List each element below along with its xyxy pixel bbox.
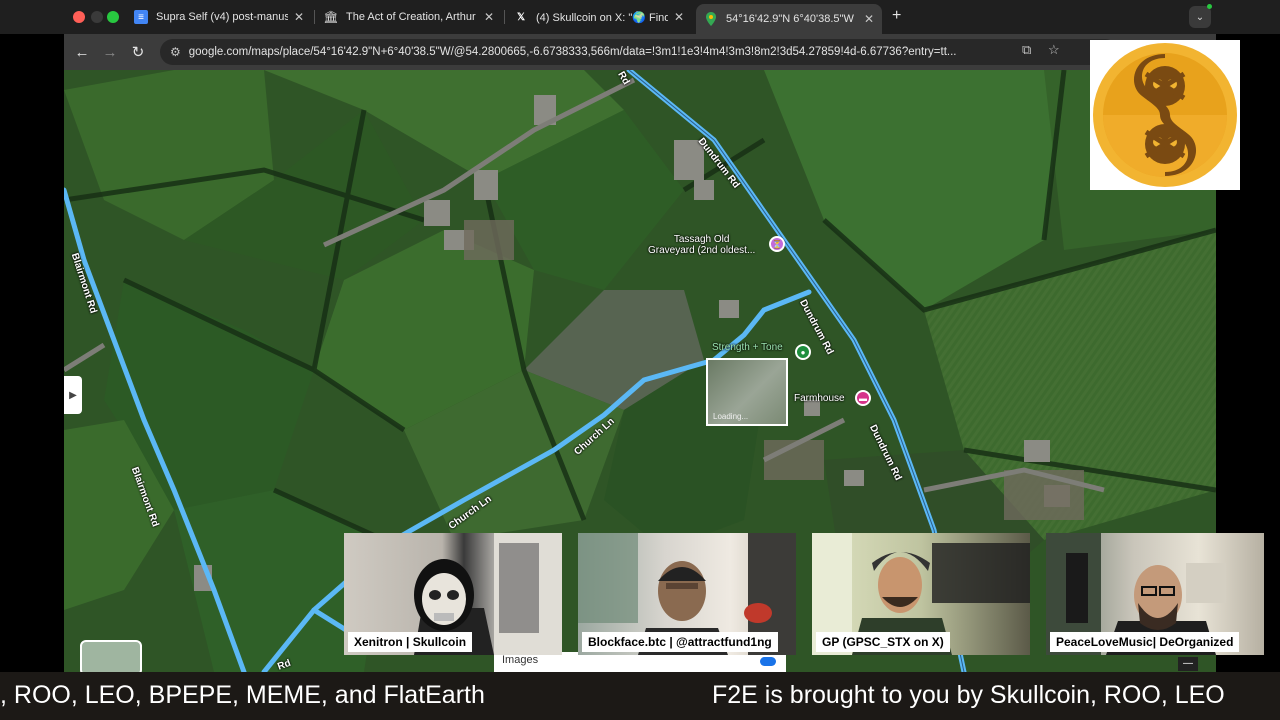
tab-library[interactable]: 🏛 The Act of Creation, Arthur K ✕: [316, 4, 502, 30]
participant-tile[interactable]: Blockface.btc | @attractfund1ng: [578, 533, 796, 655]
x-icon: 𝕏: [516, 11, 526, 23]
participant-tile[interactable]: GP (GPSC_STX on X): [812, 533, 1030, 655]
minimize-window-button[interactable]: [91, 11, 103, 23]
new-tab-button[interactable]: +: [892, 7, 901, 25]
news-ticker: , ROO, LEO, BPEPE, MEME, and FlatEarth F…: [0, 672, 1280, 720]
close-tab-icon[interactable]: ✕: [484, 10, 494, 24]
back-button[interactable]: ←: [72, 42, 92, 62]
street-view-preview[interactable]: Loading...: [706, 358, 788, 426]
graveyard-pin-icon[interactable]: ⏳: [769, 236, 785, 252]
participant-tile[interactable]: PeaceLoveMusic| DeOrganized: [1046, 533, 1264, 655]
participant-name: PeaceLoveMusic| DeOrganized: [1050, 632, 1240, 652]
tab-strip: ≡ Supra Self (v4) post-manus ✕ 🏛 The Act…: [0, 0, 1280, 34]
screen: ≡ Supra Self (v4) post-manus ✕ 🏛 The Act…: [0, 0, 1280, 720]
browser-toolbar: ← → ↻ ⚙ google.com/maps/place/54°16'42.9…: [64, 34, 1216, 70]
gym-pin-icon[interactable]: ●: [795, 344, 811, 360]
forward-button[interactable]: →: [100, 42, 120, 62]
docs-icon: ≡: [134, 10, 148, 24]
skull-coin-icon: [1093, 43, 1237, 187]
library-icon: 🏛: [323, 10, 339, 24]
collapse-side-panel-button[interactable]: ▶: [64, 376, 82, 414]
place-label-strength-tone[interactable]: Strength + Tone: [712, 342, 783, 353]
close-window-button[interactable]: [73, 11, 85, 23]
close-tab-icon[interactable]: ✕: [294, 10, 304, 24]
place-label-farmhouse[interactable]: Farmhouse: [794, 393, 845, 404]
status-dot: [1207, 4, 1212, 9]
lodging-pin-icon[interactable]: ▬: [855, 390, 871, 406]
reload-button[interactable]: ↻: [128, 42, 148, 62]
minimize-tile-button[interactable]: —: [1178, 657, 1198, 671]
address-bar[interactable]: ⚙ google.com/maps/place/54°16'42.9"N+6°4…: [160, 39, 1118, 65]
images-toggle-switch[interactable]: [760, 657, 776, 666]
participant-name: Xenitron | Skullcoin: [348, 632, 473, 652]
maps-pin-icon: [704, 12, 718, 26]
close-tab-icon[interactable]: ✕: [674, 10, 684, 24]
url-text: google.com/maps/place/54°16'42.9"N+6°40'…: [188, 46, 957, 58]
tab-maps[interactable]: 54°16'42.9"N 6°40'38.5"W ✕: [696, 4, 882, 34]
ticker-text: F2E is brought to you by Skullcoin, ROO,…: [712, 681, 1225, 709]
bookmark-star-icon[interactable]: ☆: [1048, 42, 1060, 58]
site-info-icon[interactable]: ⚙: [170, 45, 181, 59]
skullcoin-logo: [1090, 40, 1240, 190]
ticker-text: , ROO, LEO, BPEPE, MEME, and FlatEarth: [0, 681, 485, 709]
close-tab-icon[interactable]: ✕: [864, 12, 874, 26]
maximize-window-button[interactable]: [107, 11, 119, 23]
install-app-icon[interactable]: ⧉: [1022, 42, 1031, 58]
tab-docs[interactable]: ≡ Supra Self (v4) post-manus ✕: [126, 4, 312, 30]
tab-search-button[interactable]: ⌄: [1189, 6, 1211, 28]
images-toggle-bar[interactable]: Images: [494, 652, 786, 672]
participant-tile[interactable]: Xenitron | Skullcoin: [344, 533, 562, 655]
place-label-graveyard[interactable]: Tassagh Old Graveyard (2nd oldest...: [648, 234, 755, 256]
participant-name: Blockface.btc | @attractfund1ng: [582, 632, 778, 652]
participant-name: GP (GPSC_STX on X): [816, 632, 950, 652]
tab-x[interactable]: 𝕏 (4) Skullcoin on X: "🌍 Find L ✕: [506, 4, 692, 30]
layers-thumbnail[interactable]: [80, 640, 142, 672]
